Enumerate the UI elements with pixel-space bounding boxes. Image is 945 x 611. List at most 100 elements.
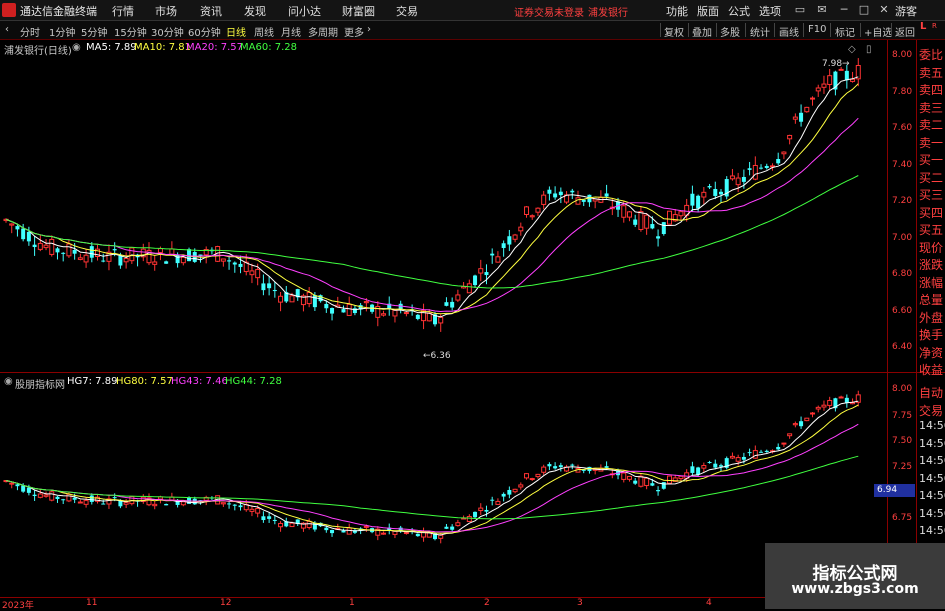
candle-body xyxy=(49,491,55,501)
side-panel-border xyxy=(916,40,917,600)
candle-body xyxy=(776,159,781,164)
menu-item-wenxiaoda[interactable]: 问小达 xyxy=(288,3,321,19)
candle-body xyxy=(799,112,804,122)
period-5min[interactable]: 5分钟 xyxy=(81,24,107,39)
maximize-icon[interactable]: □ xyxy=(856,2,872,17)
candle-body xyxy=(381,313,387,316)
candle-body xyxy=(21,485,26,492)
candle-body xyxy=(118,255,123,266)
period-15min[interactable]: 15分钟 xyxy=(114,24,147,39)
candle-body xyxy=(438,534,444,539)
candle-body xyxy=(15,226,20,230)
period-30min[interactable]: 30分钟 xyxy=(151,24,184,39)
candle-body xyxy=(473,275,478,286)
main-ma-line xyxy=(5,76,859,318)
period-daily[interactable]: 日线 xyxy=(226,24,246,39)
candle-body xyxy=(656,236,661,239)
candle-body xyxy=(455,522,461,527)
candle-body xyxy=(524,206,530,215)
candle-body xyxy=(644,477,650,487)
tool-tongji[interactable]: 统计 xyxy=(750,24,770,39)
menu-item-caifuquan[interactable]: 财富圈 xyxy=(342,3,375,19)
watermark: 指标公式网 www.zbgs3.com xyxy=(765,543,945,609)
menu-item-shichang[interactable]: 市场 xyxy=(155,3,177,19)
tool-f10[interactable]: F10 xyxy=(808,24,826,35)
candle-body xyxy=(164,261,169,264)
toolbar-divider xyxy=(745,23,746,37)
candle-body xyxy=(227,503,232,505)
candle-body xyxy=(77,257,83,260)
menu-item-hangqing[interactable]: 行情 xyxy=(112,3,134,19)
candle-body xyxy=(363,525,369,528)
candle-body xyxy=(415,533,420,537)
candle-body xyxy=(89,495,94,502)
period-weekly[interactable]: 周线 xyxy=(254,24,274,39)
tool-diejia[interactable]: 叠加 xyxy=(692,24,712,39)
tool-back[interactable]: 返回 xyxy=(895,24,915,39)
candle-body xyxy=(838,68,844,71)
tool-fuquan[interactable]: 复权 xyxy=(664,24,684,39)
candle-body xyxy=(678,211,684,217)
panel-toggle-icon[interactable]: ▯ xyxy=(866,44,872,55)
candle-body xyxy=(272,519,277,521)
date-tick: 12 xyxy=(220,598,232,608)
menu-item-xuanxiang[interactable]: 选项 xyxy=(759,3,781,19)
kline-chart[interactable] xyxy=(0,40,887,597)
price-tick: 6.40 xyxy=(892,342,913,352)
candle-body xyxy=(713,463,718,468)
period-1min[interactable]: 1分钟 xyxy=(49,24,75,39)
period-60min[interactable]: 60分钟 xyxy=(188,24,221,39)
tool-huaxian[interactable]: 画线 xyxy=(779,24,799,39)
period-fenshi[interactable]: 分时 xyxy=(20,24,40,39)
user-guest[interactable]: 游客 xyxy=(895,3,917,19)
minimize-icon[interactable]: ─ xyxy=(836,2,852,17)
candle-body xyxy=(346,303,352,316)
candle-body xyxy=(827,400,833,406)
candle-body xyxy=(850,78,856,82)
candle-body xyxy=(255,508,261,514)
tool-add-watchlist[interactable]: +自选 xyxy=(864,24,892,39)
toolbar-divider xyxy=(688,23,689,37)
candle-body xyxy=(558,465,563,468)
side-trade-label: 14:56 xyxy=(919,454,945,467)
candle-body xyxy=(261,516,266,521)
side-quote-label: 收益 xyxy=(919,363,944,377)
candle-body xyxy=(9,482,15,485)
candle-body xyxy=(444,526,449,529)
chevron-right-icon[interactable]: › xyxy=(367,24,371,35)
menu-item-faxian[interactable]: 发现 xyxy=(244,3,266,19)
close-icon[interactable]: ✕ xyxy=(876,2,892,17)
candle-body xyxy=(661,222,666,235)
side-trade-label: 14:56 xyxy=(919,471,945,485)
diamond-icon[interactable]: ◇ xyxy=(848,44,856,55)
candle-body xyxy=(43,494,49,497)
chevron-left-icon[interactable]: ‹ xyxy=(5,24,9,35)
mail-icon[interactable]: ✉ xyxy=(814,2,830,17)
candle-body xyxy=(713,189,718,196)
login-status[interactable]: 证券交易未登录 xyxy=(514,4,584,19)
menu-item-gongshi[interactable]: 公式 xyxy=(728,3,750,19)
minimize-bar-icon[interactable]: ▭ xyxy=(792,2,808,17)
period-monthly[interactable]: 月线 xyxy=(281,24,301,39)
period-multi[interactable]: 多周期 xyxy=(308,24,338,39)
tool-biaoji[interactable]: 标记 xyxy=(835,24,855,39)
candle-body xyxy=(330,529,335,534)
candle-body xyxy=(781,442,787,445)
price-tick: 7.80 xyxy=(892,87,913,97)
candle-body xyxy=(570,464,575,466)
menu-item-gongneng[interactable]: 功能 xyxy=(666,3,688,19)
side-quote-label: 卖四 xyxy=(919,83,944,97)
candle-body xyxy=(787,134,793,140)
tool-duogu[interactable]: 多股 xyxy=(720,24,740,39)
candle-body xyxy=(752,164,758,180)
candle-body xyxy=(118,500,123,507)
candle-body xyxy=(164,503,169,506)
candle-body xyxy=(220,258,226,262)
candle-body xyxy=(701,465,707,469)
candle-body xyxy=(815,406,821,410)
menu-item-jiaoyi[interactable]: 交易 xyxy=(396,3,418,19)
period-more[interactable]: 更多 xyxy=(344,24,364,39)
candle-body xyxy=(535,207,541,213)
menu-item-zixun[interactable]: 资讯 xyxy=(200,3,222,19)
menu-item-banmian[interactable]: 版面 xyxy=(697,3,719,19)
